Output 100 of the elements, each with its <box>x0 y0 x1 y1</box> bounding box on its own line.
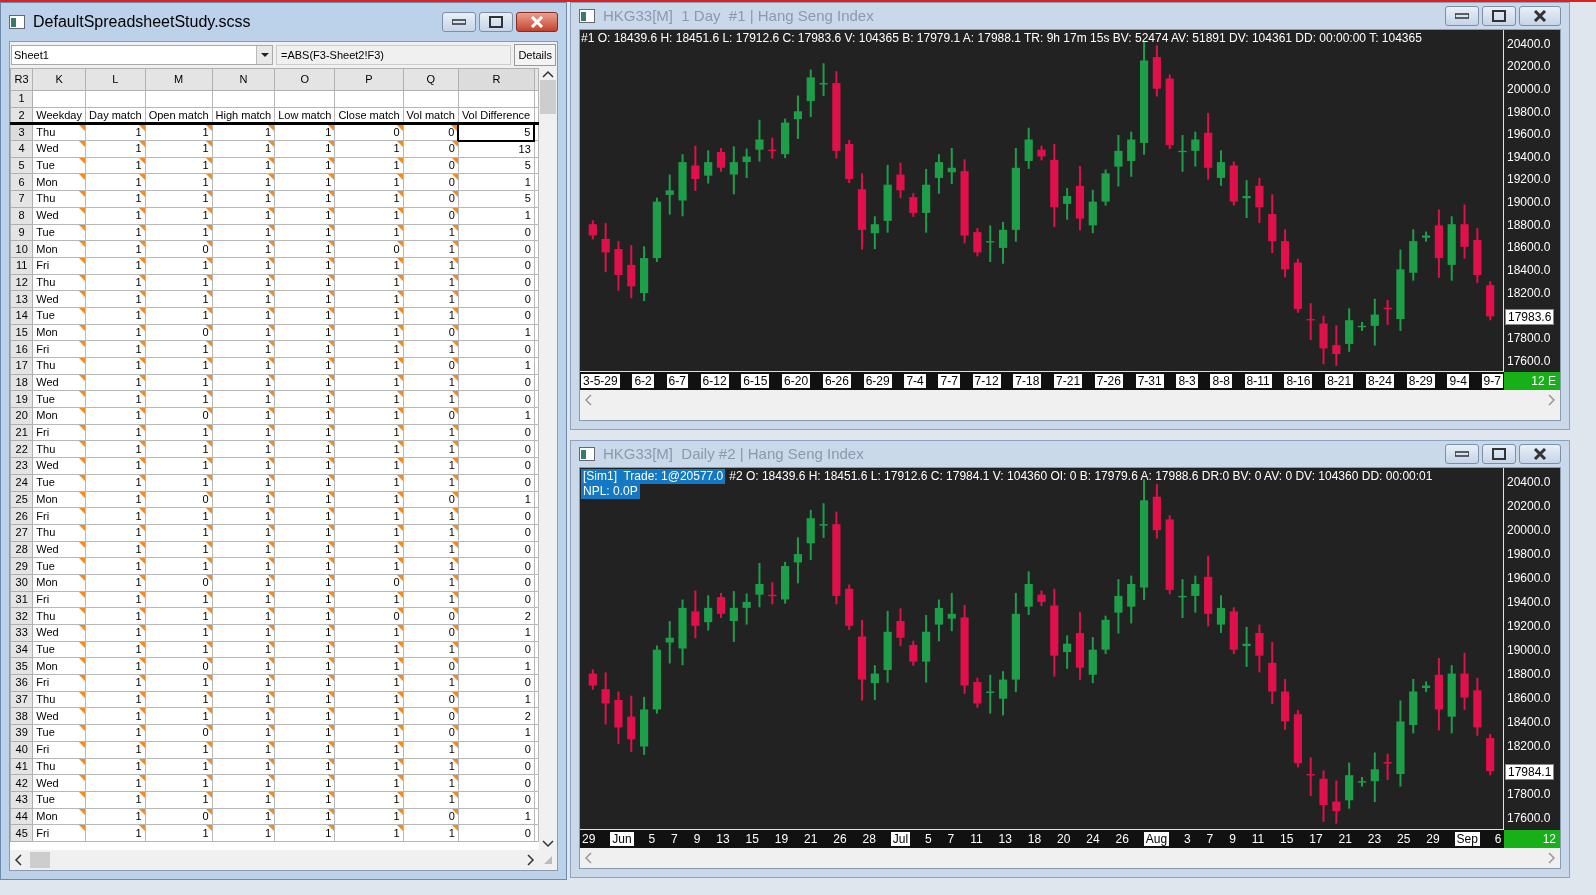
sheet-dropdown[interactable]: Sheet1 <box>11 45 273 65</box>
minimize-button[interactable] <box>442 12 476 32</box>
maximize-button[interactable] <box>1482 444 1516 464</box>
table-cell: 1 <box>458 407 535 425</box>
table-cell: 1 <box>85 641 146 658</box>
table-cell: 1 <box>274 574 335 592</box>
table-cell: Tue <box>32 474 86 491</box>
table-cell: 1 <box>334 457 404 475</box>
column-header[interactable]: K <box>32 68 86 91</box>
close-button[interactable] <box>516 12 558 32</box>
table-cell: 1 <box>145 741 213 758</box>
table-cell: 1 <box>403 791 459 809</box>
cell-reference: R3 <box>10 68 33 91</box>
column-header[interactable]: N <box>212 68 275 91</box>
table-cell: 1 <box>212 240 275 258</box>
table-cell: 1 <box>334 374 404 391</box>
price-label: 18400.0 <box>1507 716 1551 729</box>
table-cell: 0 <box>145 724 213 742</box>
candle <box>1345 761 1354 810</box>
table-cell: Wed <box>32 624 86 642</box>
table-cell: 1 <box>403 774 459 792</box>
date-label: 5 <box>647 831 657 848</box>
candle <box>1191 130 1200 168</box>
candle <box>793 94 803 140</box>
candle <box>1114 134 1123 188</box>
table-cell: 1 <box>403 240 459 258</box>
table-cell: Vol match <box>403 107 459 124</box>
candle <box>819 502 828 539</box>
price-label: 19600.0 <box>1507 128 1551 141</box>
date-label: 6-26 <box>822 374 851 388</box>
close-button[interactable] <box>1519 444 1561 464</box>
scrollbar-thumb[interactable] <box>540 80 556 114</box>
candle <box>1037 144 1046 162</box>
candle <box>870 215 879 251</box>
formula-field[interactable]: =ABS(F3-Sheet2!F3) <box>276 45 512 65</box>
table-cell: 1 <box>274 440 335 458</box>
window-title: DefaultSpreadsheetStudy.scss <box>33 12 252 32</box>
column-header[interactable]: M <box>145 68 213 91</box>
candle <box>742 147 751 179</box>
column-header[interactable]: L <box>85 68 146 91</box>
table-cell: 1 <box>274 190 335 208</box>
candle <box>716 591 726 619</box>
table-cell: 0 <box>458 224 535 241</box>
date-label: 17 <box>1308 831 1324 848</box>
horizontal-scrollbar[interactable] <box>580 848 1560 868</box>
date-label: 26 <box>832 831 848 848</box>
table-cell: 1 <box>403 424 459 441</box>
table-cell: 1 <box>212 340 275 358</box>
horizontal-scrollbar[interactable] <box>580 390 1560 410</box>
column-header[interactable]: O <box>274 68 335 91</box>
table-cell: 1 <box>458 357 535 375</box>
table-cell: 1 <box>334 641 404 658</box>
date-label: Sep <box>1454 832 1480 846</box>
table-cell: 0 <box>458 340 535 358</box>
minimize-button[interactable] <box>1445 6 1479 26</box>
table-cell: 1 <box>85 357 146 375</box>
column-header[interactable]: P <box>334 68 404 91</box>
date-label: 3-5-29 <box>581 374 620 388</box>
table-cell: 1 <box>145 173 213 191</box>
candle <box>704 594 713 632</box>
maximize-button[interactable] <box>1482 6 1516 26</box>
candle <box>652 644 661 715</box>
table-cell: 1 <box>334 257 404 275</box>
candle <box>1037 589 1046 608</box>
price-label: 20200.0 <box>1507 60 1551 73</box>
table-cell: Wed <box>32 707 86 725</box>
scroll-left-icon <box>584 394 592 406</box>
date-label: 8-16 <box>1284 374 1313 388</box>
candle <box>1242 626 1251 669</box>
table-cell: 1 <box>212 674 275 692</box>
price-label: 18400.0 <box>1507 264 1551 277</box>
candle <box>934 598 944 643</box>
date-label: 28 <box>861 831 877 848</box>
table-cell: 1 <box>212 574 275 592</box>
table-cell: 1 <box>212 440 275 458</box>
column-header[interactable]: Q <box>403 68 459 91</box>
maximize-button[interactable] <box>479 12 513 32</box>
table-cell: 1 <box>274 407 335 425</box>
details-button[interactable]: Details <box>514 44 556 66</box>
table-cell: 0 <box>458 774 535 792</box>
table-cell: 1 <box>145 440 213 458</box>
candle <box>1332 324 1341 367</box>
scrollbar-thumb[interactable] <box>30 852 50 868</box>
resize-grip-icon <box>543 855 553 865</box>
table-cell: 1 <box>274 741 335 758</box>
candle <box>870 664 879 701</box>
candle <box>1075 611 1085 682</box>
table-cell: 0 <box>334 123 404 141</box>
table-cell: 0 <box>458 574 535 592</box>
date-label: 8-29 <box>1406 374 1435 388</box>
table-cell: 13 <box>458 140 535 158</box>
vertical-scrollbar[interactable] <box>539 68 557 850</box>
table-cell: 0 <box>458 440 535 458</box>
table-cell: Thu <box>32 607 86 625</box>
minimize-button[interactable] <box>1445 444 1479 464</box>
table-cell: 1 <box>334 340 404 358</box>
close-button[interactable] <box>1519 6 1561 26</box>
candle <box>588 668 597 691</box>
column-header[interactable]: R <box>458 68 535 91</box>
date-label: 8-21 <box>1325 374 1354 388</box>
